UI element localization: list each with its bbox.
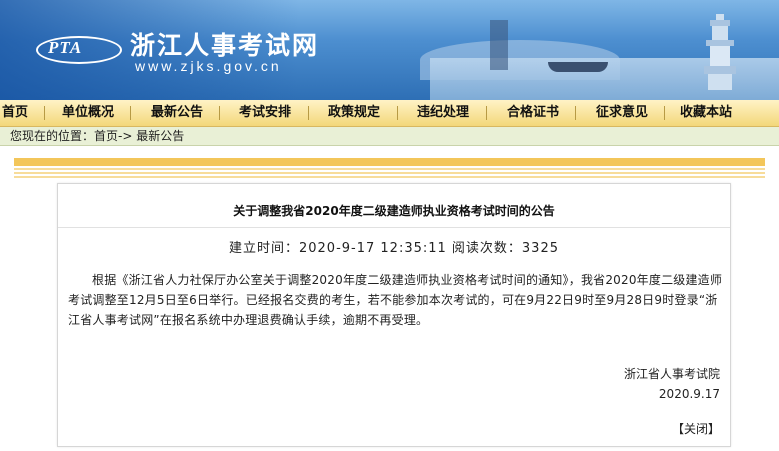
pagoda-icon [704, 14, 736, 90]
main-nav: 首页 单位概况 最新公告 考试安排 政策规定 违纪处理 合格证书 征求意见 收藏… [0, 100, 779, 127]
logo-text: PTA [48, 38, 83, 57]
article-date: 2020.9.17 [658, 387, 720, 401]
decorative-stripe [14, 158, 765, 166]
nav-divider [397, 106, 398, 120]
nav-item-certificates[interactable]: 合格证书 [507, 100, 559, 126]
nav-divider [219, 106, 220, 120]
article-body: 根据《浙江省人力社保厅办公室关于调整2020年度二级建造师执业资格考试时间的通知… [68, 273, 723, 327]
nav-divider [486, 106, 487, 120]
site-banner: PTA 浙江人事考试网 www.zjks.gov.cn [0, 0, 779, 100]
decorative-stripe [14, 172, 765, 174]
nav-item-latest-notices[interactable]: 最新公告 [151, 100, 203, 126]
nav-divider [44, 106, 45, 120]
site-url: www.zjks.gov.cn [135, 58, 282, 74]
nav-item-exam-schedule[interactable]: 考试安排 [239, 100, 291, 126]
nav-item-feedback[interactable]: 征求意见 [596, 100, 648, 126]
article-divider [58, 227, 730, 228]
close-link[interactable]: 【关闭】 [672, 420, 720, 437]
breadcrumb-bar: 您现在的位置：首页-> 最新公告 [0, 127, 779, 146]
article-title: 关于调整我省2020年度二级建造师执业资格考试时间的公告 [233, 204, 555, 218]
site-title: 浙江人事考试网 [130, 31, 320, 60]
article-card: 关于调整我省2020年度二级建造师执业资格考试时间的公告 建立时间：2020-9… [57, 183, 731, 447]
nav-item-home[interactable]: 首页 [2, 100, 28, 126]
nav-divider [308, 106, 309, 120]
article-organization: 浙江省人事考试院 [623, 367, 720, 381]
article-meta: 建立时间：2020-9-17 12:35:11 阅读次数：3325 [228, 241, 559, 256]
nav-item-violations[interactable]: 违纪处理 [417, 100, 469, 126]
nav-item-about[interactable]: 单位概况 [62, 100, 114, 126]
decorative-stripe [14, 176, 765, 178]
nav-divider [664, 106, 665, 120]
banner-boat-decoration [548, 62, 608, 72]
nav-item-policies[interactable]: 政策规定 [328, 100, 380, 126]
banner-tower-decoration [490, 20, 508, 70]
nav-divider [575, 106, 576, 120]
breadcrumb: 您现在的位置：首页-> 最新公告 [10, 129, 185, 143]
nav-item-bookmark[interactable]: 收藏本站 [680, 100, 732, 126]
decorative-stripe [14, 168, 765, 170]
nav-divider [130, 106, 131, 120]
